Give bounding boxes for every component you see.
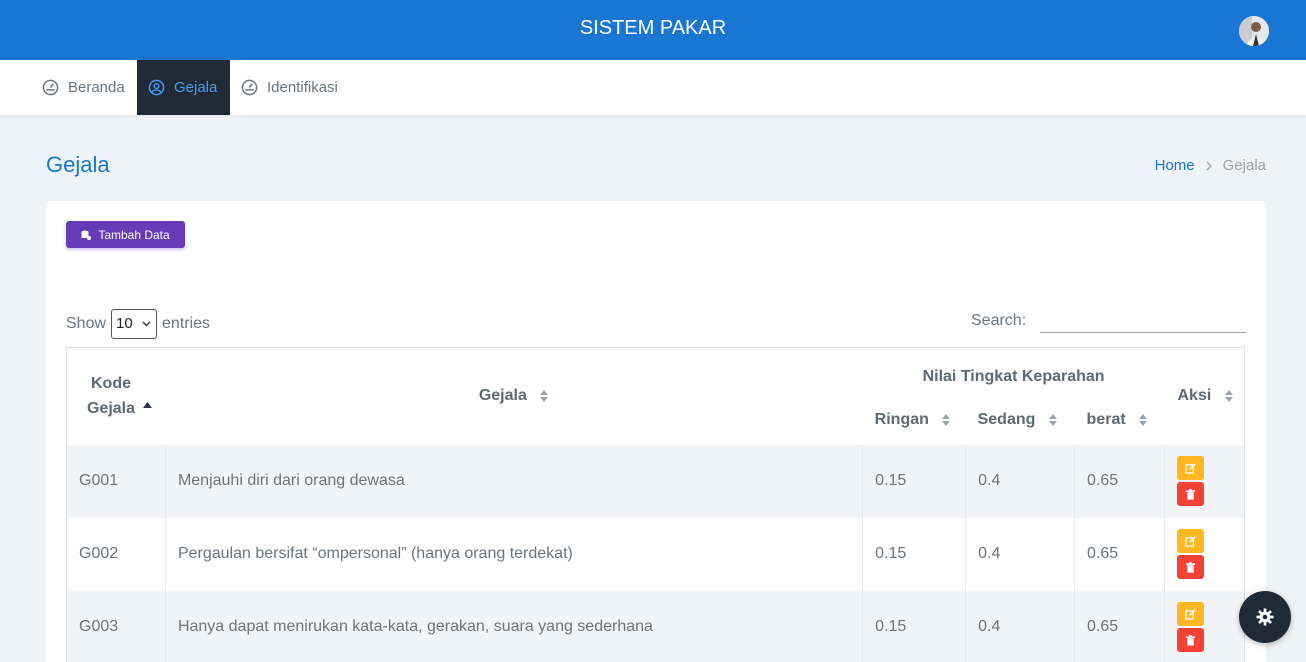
add-data-label: Tambah Data	[98, 227, 170, 242]
user-avatar[interactable]	[1239, 16, 1269, 46]
header-berat[interactable]: berat	[1074, 395, 1165, 445]
cell-gejala: Hanya dapat menirukan kata-kata, gerakan…	[165, 590, 864, 662]
cell-aksi	[1164, 517, 1246, 591]
main-navbar: Beranda Gejala Identifikasi	[0, 60, 1306, 115]
app-title: SISTEM PAKAR	[579, 17, 727, 39]
header-berat-label: berat	[1086, 411, 1126, 428]
header-ringan[interactable]: Ringan	[862, 395, 966, 445]
nav-item-identifikasi[interactable]: Identifikasi	[232, 60, 347, 115]
page-title: Gejala	[46, 152, 110, 177]
cell-ringan: 0.15	[862, 444, 967, 518]
edit-button[interactable]	[1176, 529, 1204, 553]
header-sedang-label: Sedang	[977, 411, 1036, 428]
table-row: G001 Menjauhi diri dari orang dewasa 0.1…	[66, 444, 1246, 518]
cell-ringan: 0.15	[862, 517, 967, 591]
nav-label-identifikasi: Identifikasi	[267, 79, 338, 96]
nav-item-beranda[interactable]: Beranda	[33, 60, 134, 115]
gear-icon	[1256, 608, 1274, 626]
cell-sedang: 0.4	[965, 590, 1076, 662]
show-label: Show	[66, 314, 107, 332]
header-nilai-tingkat-keparahan: Nilai Tingkat Keparahan	[862, 347, 1165, 396]
edit-icon	[1185, 608, 1196, 620]
cell-aksi	[1164, 590, 1246, 662]
table-row: G003 Hanya dapat menirukan kata-kata, ge…	[66, 590, 1246, 662]
sort-icon	[540, 390, 549, 403]
breadcrumb-current: Gejala	[1222, 157, 1266, 174]
entries-length-control: Show 10 entries	[66, 308, 210, 339]
entries-select[interactable]: 10	[111, 308, 158, 339]
header-kode-label: Kode Gejala	[86, 375, 136, 418]
cell-berat: 0.65	[1074, 590, 1165, 662]
delete-button[interactable]	[1176, 482, 1204, 506]
chevron-right-icon	[1206, 161, 1212, 170]
chevron-down-icon	[142, 321, 151, 326]
entries-select-value: 10	[116, 315, 133, 332]
trash-icon	[1185, 488, 1196, 500]
cell-kode: G001	[66, 444, 166, 518]
trash-icon	[1185, 634, 1196, 646]
search-label: Search:	[971, 312, 1027, 329]
nav-label-gejala: Gejala	[174, 79, 218, 96]
cell-aksi	[1164, 444, 1246, 518]
breadcrumb-home-link[interactable]: Home	[1155, 157, 1195, 174]
trash-icon	[1185, 561, 1196, 573]
nav-item-gejala[interactable]: Gejala	[137, 60, 230, 115]
gejala-table: Kode Gejala Gejala Nilai Tingkat Keparah…	[66, 347, 1246, 662]
add-data-button[interactable]: Tambah Data	[66, 221, 185, 248]
settings-fab[interactable]	[1239, 591, 1291, 643]
header-aksi[interactable]: Aksi	[1164, 347, 1246, 445]
edit-icon	[1185, 462, 1196, 474]
search-input[interactable]	[1040, 309, 1246, 333]
cell-sedang: 0.4	[965, 517, 1076, 591]
top-header: SISTEM PAKAR	[0, 0, 1306, 60]
user-circle-icon	[148, 79, 165, 96]
header-gejala[interactable]: Gejala	[165, 347, 863, 445]
header-kode-gejala[interactable]: Kode Gejala	[66, 347, 166, 445]
cell-berat: 0.65	[1074, 517, 1165, 591]
cell-ringan: 0.15	[862, 590, 967, 662]
header-sedang[interactable]: Sedang	[965, 395, 1075, 445]
cell-sedang: 0.4	[965, 444, 1076, 518]
sort-icon	[1224, 390, 1233, 403]
sort-asc-icon	[143, 402, 152, 408]
sort-icon	[1048, 413, 1057, 426]
cell-kode: G003	[66, 590, 166, 662]
cell-berat: 0.65	[1074, 444, 1165, 518]
entries-suffix: entries	[162, 314, 211, 332]
delete-button[interactable]	[1176, 628, 1204, 652]
table-row: G002 Pergaulan bersifat “ompersonal” (ha…	[66, 517, 1246, 591]
dashboard-icon	[42, 79, 59, 96]
add-database-icon	[81, 230, 92, 240]
sort-icon	[1139, 413, 1148, 426]
dashboard-icon	[241, 79, 258, 96]
nav-label-beranda: Beranda	[68, 79, 125, 96]
edit-icon	[1185, 535, 1196, 547]
header-gejala-label: Gejala	[478, 387, 527, 405]
cell-kode: G002	[66, 517, 166, 591]
edit-button[interactable]	[1176, 602, 1204, 626]
delete-button[interactable]	[1176, 555, 1204, 579]
cell-gejala: Pergaulan bersifat “ompersonal” (hanya o…	[165, 517, 864, 591]
edit-button[interactable]	[1176, 456, 1204, 480]
header-ringan-label: Ringan	[874, 411, 929, 428]
cell-gejala: Menjauhi diri dari orang dewasa	[165, 444, 864, 518]
breadcrumb: Home Gejala	[1155, 157, 1266, 174]
header-aksi-label: Aksi	[1177, 387, 1212, 405]
sort-icon	[942, 413, 951, 426]
